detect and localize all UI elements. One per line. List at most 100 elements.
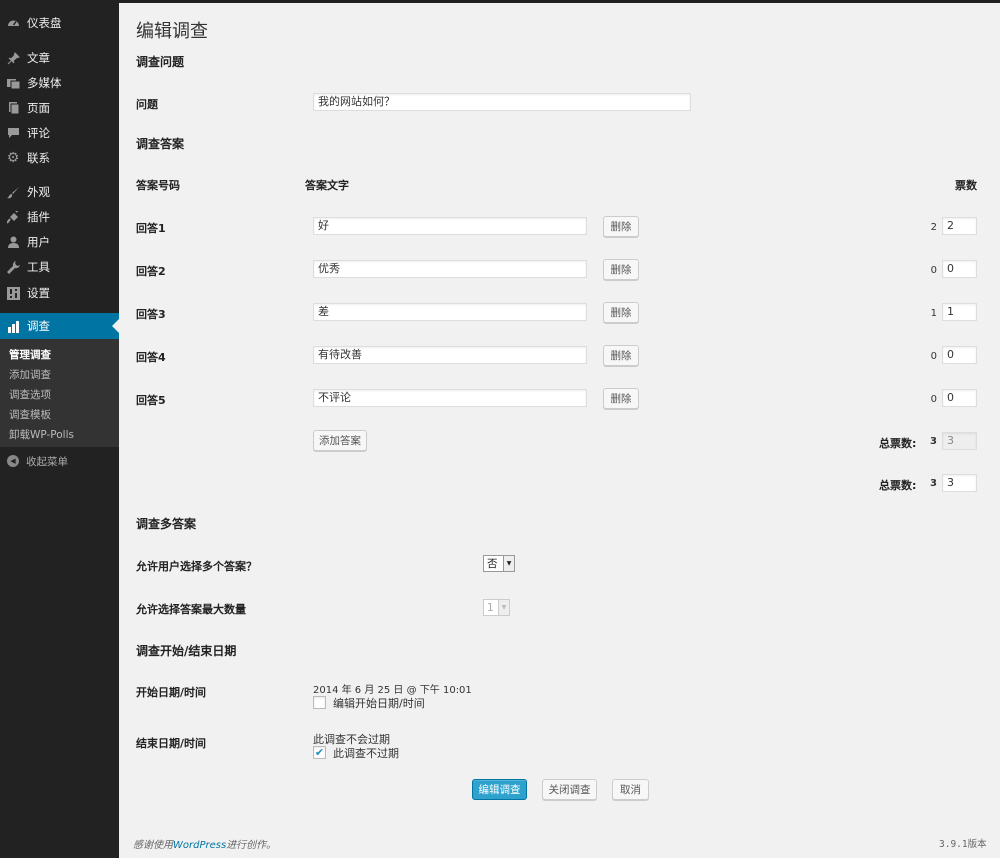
question-input[interactable]: 我的网站如何？ [313, 93, 691, 111]
total-votes-input: 3 [942, 432, 977, 450]
total-voters-label: 总票数: [879, 479, 917, 492]
answer-votes-input[interactable]: 0 [942, 260, 977, 278]
sidebar-item-label: 插件 [27, 210, 50, 224]
brush-icon [6, 185, 20, 199]
sidebar-item-label: 仪表盘 [27, 16, 62, 30]
answer-votes-count: 0 [930, 351, 937, 362]
answer-label: 回答2 [136, 265, 166, 278]
chart-icon [6, 319, 20, 333]
sidebar-item-label: 用户 [27, 235, 50, 249]
answer-label: 回答1 [136, 222, 166, 235]
answer-text-input[interactable]: 有待改善 [313, 346, 587, 364]
sidebar-item-dashboard[interactable]: 仪表盘 [0, 12, 119, 34]
sidebar-item-label: 调查 [27, 319, 50, 333]
answer-votes-input[interactable]: 0 [942, 389, 977, 407]
footer-thanks-prefix: 感谢使用 [133, 840, 173, 851]
end-date-label: 结束日期/时间 [136, 737, 207, 750]
total-voters-count: 3 [930, 478, 937, 489]
answer-votes-input[interactable]: 2 [942, 217, 977, 235]
start-date-value: 2014 年 6 月 25 日 @ 下午 10:01 [313, 685, 472, 696]
delete-answer-button[interactable]: 删除 [603, 388, 639, 409]
polls-submenu: 管理调查 添加调查 调查选项 调查模板 卸载WP-Polls [0, 339, 119, 447]
multiple-answers-heading: 调查多答案 [136, 517, 197, 531]
no-expiry-checkbox[interactable]: ✔ [313, 746, 326, 759]
add-answer-button[interactable]: 添加答案 [313, 430, 367, 451]
sidebar-item-plugins[interactable]: 插件 [0, 206, 119, 228]
max-answers-select: 1 ▼ [483, 599, 510, 616]
submenu-item-poll-options[interactable]: 调查选项 [9, 387, 51, 402]
wordpress-link[interactable]: WordPress [173, 840, 226, 851]
sidebar-item-settings[interactable]: 设置 [0, 282, 119, 304]
main-content: 编辑调查 调查问题 问题 我的网站如何？ 调查答案 答案号码 答案文字 票数 回… [119, 3, 1000, 858]
submenu-item-add-poll[interactable]: 添加调查 [9, 367, 51, 382]
question-label: 问题 [136, 98, 158, 111]
answer-votes-count: 2 [930, 222, 937, 233]
comment-icon [6, 126, 20, 140]
user-icon [6, 235, 20, 249]
start-date-label: 开始日期/时间 [136, 686, 207, 699]
sidebar-item-label: 外观 [27, 185, 50, 199]
sidebar-item-tools[interactable]: 工具 [0, 256, 119, 278]
submenu-item-uninstall[interactable]: 卸载WP-Polls [9, 427, 74, 442]
allow-multiple-select[interactable]: 否 ▼ [483, 555, 515, 572]
collapse-menu-label: 收起菜单 [26, 455, 68, 468]
answer-label: 回答4 [136, 351, 166, 364]
answer-label: 回答3 [136, 308, 166, 321]
answer-votes-count: 0 [930, 265, 937, 276]
settings-icon [6, 286, 20, 300]
edit-start-date-checkbox[interactable] [313, 696, 326, 709]
dates-heading: 调查开始/结束日期 [136, 644, 237, 658]
delete-answer-button[interactable]: 删除 [603, 259, 639, 280]
answer-number-column-header: 答案号码 [136, 179, 180, 192]
sidebar-item-media[interactable]: 多媒体 [0, 72, 119, 94]
cancel-button[interactable]: 取消 [612, 779, 649, 800]
sidebar-item-label: 文章 [27, 51, 50, 65]
sidebar-item-label: 工具 [27, 260, 50, 274]
votes-column-header: 票数 [955, 179, 977, 192]
sidebar-item-label: 多媒体 [27, 76, 62, 90]
edit-poll-button[interactable]: 编辑调查 [472, 779, 527, 800]
edit-start-date-label: 编辑开始日期/时间 [333, 697, 425, 710]
sidebar-item-label: 联系 [27, 151, 50, 165]
sidebar-item-comments[interactable]: 评论 [0, 122, 119, 144]
answer-text-input[interactable]: 差 [313, 303, 587, 321]
max-answers-value: 1 [487, 601, 494, 614]
collapse-menu-button[interactable]: ◀ 收起菜单 [0, 451, 119, 471]
pages-icon [6, 101, 20, 115]
answer-text-input[interactable]: 优秀 [313, 260, 587, 278]
sidebar-item-contact[interactable]: ⚙ 联系 [0, 147, 119, 169]
answer-votes-input[interactable]: 0 [942, 346, 977, 364]
sidebar-item-appearance[interactable]: 外观 [0, 181, 119, 203]
page-title: 编辑调查 [136, 21, 208, 42]
checkmark-icon: ✔ [314, 746, 325, 759]
sidebar-item-polls[interactable]: 调查 [0, 313, 119, 339]
no-expiry-label: 此调查不过期 [333, 747, 399, 760]
version-text: 3.9.1版本 [939, 839, 987, 850]
max-answers-label: 允许选择答案最大数量 [136, 603, 246, 616]
sidebar-item-label: 评论 [27, 126, 50, 140]
question-heading: 调查问题 [136, 55, 185, 69]
sidebar-item-pages[interactable]: 页面 [0, 97, 119, 119]
answers-heading: 调查答案 [136, 137, 185, 151]
submenu-item-manage-polls[interactable]: 管理调查 [9, 347, 51, 362]
delete-answer-button[interactable]: 删除 [603, 216, 639, 237]
total-votes-count: 3 [930, 436, 937, 447]
delete-answer-button[interactable]: 删除 [603, 345, 639, 366]
sidebar-item-users[interactable]: 用户 [0, 231, 119, 253]
sidebar-item-posts[interactable]: 文章 [0, 47, 119, 69]
answer-votes-count: 1 [930, 308, 937, 319]
close-poll-button[interactable]: 关闭调查 [542, 779, 597, 800]
submenu-item-poll-templates[interactable]: 调查模板 [9, 407, 51, 422]
answer-text-input[interactable]: 不评论 [313, 389, 587, 407]
answer-text-input[interactable]: 好 [313, 217, 587, 235]
answer-votes-input[interactable]: 1 [942, 303, 977, 321]
delete-answer-button[interactable]: 删除 [603, 302, 639, 323]
sidebar-item-label: 设置 [27, 286, 50, 300]
answer-text-column-header: 答案文字 [305, 179, 349, 192]
answer-label: 回答5 [136, 394, 166, 407]
answer-votes-count: 0 [930, 394, 937, 405]
chevron-down-icon: ▼ [498, 600, 509, 615]
total-votes-label: 总票数: [879, 437, 917, 450]
allow-multiple-label: 允许用户选择多个答案？ [136, 560, 257, 573]
total-voters-input[interactable]: 3 [942, 474, 977, 492]
